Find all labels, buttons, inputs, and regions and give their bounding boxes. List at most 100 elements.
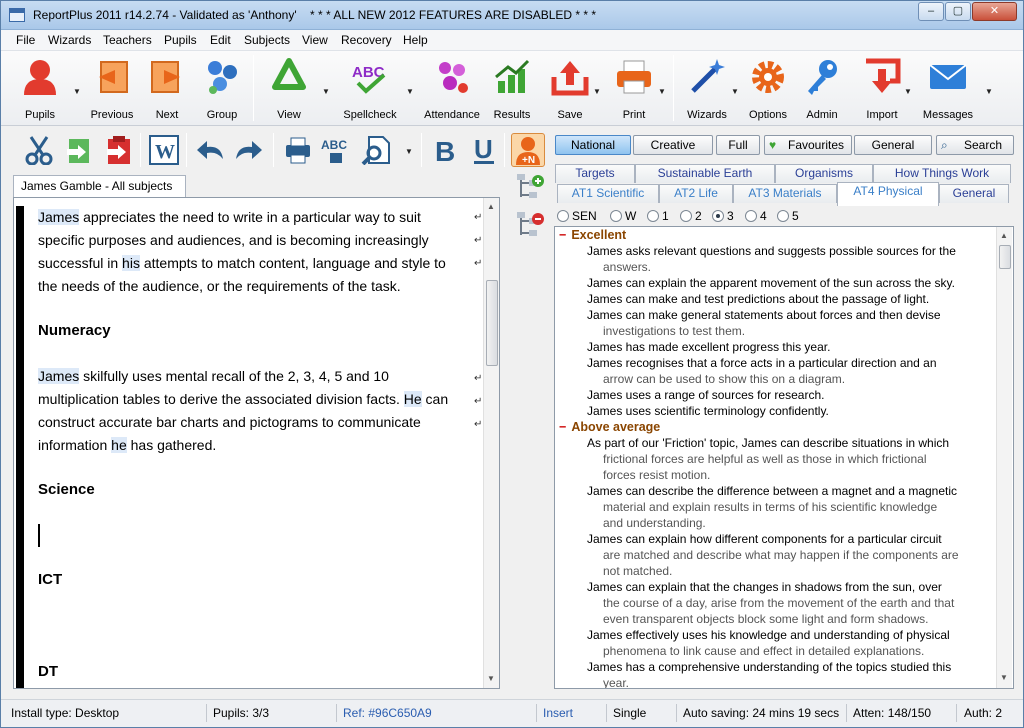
- statements-scrollbar[interactable]: ▲ ▼: [996, 227, 1012, 688]
- scroll-thumb[interactable]: [486, 280, 498, 366]
- menu-pupils[interactable]: Pupils: [164, 33, 197, 47]
- tab-sustainable-earth[interactable]: Sustainable Earth: [635, 164, 775, 183]
- search-button[interactable]: ⌕ Search: [936, 135, 1014, 155]
- tab-targets[interactable]: Targets: [555, 164, 635, 183]
- word-export-icon[interactable]: W: [147, 133, 181, 167]
- print-dropdown-arrow[interactable]: ▼: [658, 87, 666, 96]
- maximize-button[interactable]: ▢: [945, 2, 971, 21]
- print-lock-icon[interactable]: [281, 133, 315, 167]
- statement-item[interactable]: James effectively uses his knowledge and…: [555, 627, 993, 659]
- statement-item[interactable]: James has a comprehensive understanding …: [555, 659, 993, 688]
- national-filter-button[interactable]: National: [555, 135, 631, 155]
- pupil-subject-tab[interactable]: James Gamble - All subjects: [13, 175, 186, 197]
- collapse-icon[interactable]: −: [559, 420, 566, 434]
- save-button[interactable]: Save: [545, 57, 595, 123]
- minimize-button[interactable]: –: [918, 2, 944, 21]
- tab-how-things-work[interactable]: How Things Work: [873, 164, 1011, 183]
- next-button[interactable]: Next: [145, 57, 189, 123]
- statement-item[interactable]: James uses scientific terminology confid…: [555, 403, 993, 419]
- menu-file[interactable]: File: [16, 33, 35, 47]
- level-radio-3[interactable]: 3: [712, 209, 734, 223]
- statement-item[interactable]: James asks relevant questions and sugges…: [555, 243, 993, 275]
- category-heading[interactable]: − Above average: [555, 419, 993, 435]
- tab-general[interactable]: General: [939, 184, 1009, 203]
- level-radio-1[interactable]: 1: [647, 209, 669, 223]
- spellcheck-dropdown-arrow[interactable]: ▼: [406, 87, 414, 96]
- level-radio-w[interactable]: W: [610, 209, 636, 223]
- undo-arrow-icon[interactable]: [193, 133, 227, 167]
- level-radio-sen[interactable]: SEN: [557, 209, 597, 223]
- statement-item[interactable]: James can explain that the changes in sh…: [555, 579, 993, 627]
- menu-edit[interactable]: Edit: [210, 33, 231, 47]
- import-button[interactable]: Import: [857, 57, 907, 123]
- level-radio-4[interactable]: 4: [745, 209, 767, 223]
- statement-item[interactable]: James can explain the apparent movement …: [555, 275, 993, 291]
- level-radio-2[interactable]: 2: [680, 209, 702, 223]
- statement-item[interactable]: As part of our 'Friction' topic, James c…: [555, 435, 993, 483]
- statement-item[interactable]: James can make and test predictions abou…: [555, 291, 993, 307]
- add-statement-tree-icon[interactable]: [515, 173, 545, 203]
- find-document-icon[interactable]: [359, 133, 393, 167]
- group-button[interactable]: Group: [199, 57, 245, 123]
- paste-icon[interactable]: [101, 133, 135, 167]
- pupils-dropdown-arrow[interactable]: ▼: [73, 87, 81, 96]
- save-dropdown-arrow[interactable]: ▼: [593, 87, 601, 96]
- view-dropdown-arrow[interactable]: ▼: [322, 87, 330, 96]
- cut-scissors-icon[interactable]: [22, 133, 56, 167]
- scroll-up-arrow-icon[interactable]: ▲: [1000, 231, 1008, 240]
- results-button[interactable]: Results: [489, 57, 535, 123]
- pupils-button[interactable]: Pupils: [15, 57, 65, 123]
- collapse-icon[interactable]: −: [559, 228, 566, 242]
- scroll-up-arrow-icon[interactable]: ▲: [487, 202, 495, 211]
- full-filter-button[interactable]: Full: [716, 135, 760, 155]
- wizards-button[interactable]: Wizards: [683, 57, 731, 123]
- report-text[interactable]: James appreciates the need to write in a…: [38, 206, 468, 683]
- scroll-down-arrow-icon[interactable]: ▼: [487, 674, 495, 683]
- add-pupil-icon[interactable]: +N: [511, 133, 545, 167]
- editor-scrollbar[interactable]: ▲ ▼: [483, 198, 499, 688]
- admin-button[interactable]: Admin: [801, 57, 843, 123]
- close-button[interactable]: ✕: [972, 2, 1017, 21]
- menu-subjects[interactable]: Subjects: [244, 33, 290, 47]
- tab-at2-life[interactable]: AT2 Life: [659, 184, 733, 203]
- bold-icon[interactable]: B: [427, 133, 461, 167]
- statement-item[interactable]: James uses a range of sources for resear…: [555, 387, 993, 403]
- pupil-name-token[interactable]: James: [38, 209, 80, 225]
- spellcheck-button[interactable]: ABC Spellcheck: [339, 57, 401, 123]
- report-editor[interactable]: James appreciates the need to write in a…: [13, 197, 500, 689]
- attendance-button[interactable]: Attendance: [421, 57, 483, 123]
- menu-help[interactable]: Help: [403, 33, 428, 47]
- statement-item[interactable]: James can describe the difference betwee…: [555, 483, 993, 531]
- level-radio-5[interactable]: 5: [777, 209, 799, 223]
- category-heading[interactable]: − Excellent: [555, 227, 993, 243]
- spellcheck-lock-icon[interactable]: ABC: [319, 133, 353, 167]
- tab-organisms[interactable]: Organisms: [775, 164, 873, 183]
- general-filter-button[interactable]: General: [854, 135, 932, 155]
- pronoun-token[interactable]: he: [111, 437, 127, 453]
- view-button[interactable]: View: [265, 57, 313, 123]
- pronoun-token[interactable]: his: [122, 255, 140, 271]
- wizards-dropdown-arrow[interactable]: ▼: [731, 87, 739, 96]
- redo-arrow-icon[interactable]: [232, 133, 266, 167]
- statement-item[interactable]: James has made excellent progress this y…: [555, 339, 993, 355]
- remove-statement-tree-icon[interactable]: [515, 211, 545, 241]
- menu-teachers[interactable]: Teachers: [103, 33, 152, 47]
- previous-button[interactable]: Previous: [87, 57, 137, 123]
- messages-dropdown-arrow[interactable]: ▼: [985, 87, 993, 96]
- tab-at1-scientific[interactable]: AT1 Scientific: [557, 184, 659, 203]
- scroll-down-arrow-icon[interactable]: ▼: [1000, 673, 1008, 682]
- menu-wizards[interactable]: Wizards: [48, 33, 91, 47]
- options-button[interactable]: Options: [745, 57, 791, 123]
- print-button[interactable]: Print: [609, 57, 659, 123]
- pronoun-token[interactable]: He: [403, 391, 422, 407]
- statement-item[interactable]: James can make general statements about …: [555, 307, 993, 339]
- pupil-name-token[interactable]: James: [38, 368, 80, 384]
- scroll-thumb[interactable]: [999, 245, 1011, 269]
- statement-item[interactable]: James recognises that a force acts in a …: [555, 355, 993, 387]
- spacing-status[interactable]: Single: [613, 706, 646, 720]
- favourites-button[interactable]: ♥ Favourites: [764, 135, 852, 155]
- messages-button[interactable]: Messages: [919, 57, 977, 123]
- underline-icon[interactable]: U: [467, 133, 501, 167]
- creative-filter-button[interactable]: Creative: [633, 135, 713, 155]
- tab-at4-physical[interactable]: AT4 Physical: [837, 182, 939, 206]
